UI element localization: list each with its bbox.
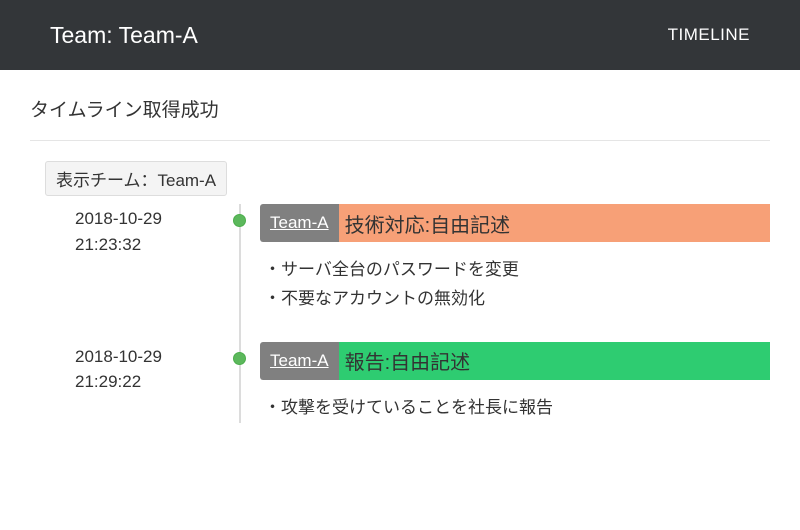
entry-date: 2018-10-29: [75, 206, 220, 232]
timeline-dot-icon: [233, 214, 246, 227]
entry-time: 21:29:22: [75, 369, 220, 395]
entry-timestamp: 2018-10-29 21:23:32: [30, 204, 220, 314]
entry-time: 21:23:32: [75, 232, 220, 258]
entry-header: Team-A 技術対応:自由記述: [260, 204, 770, 242]
main-content: タイムライン取得成功 表示チーム：Team-A 2018-10-29 21:23…: [0, 70, 800, 423]
entry-team-link[interactable]: Team-A: [260, 342, 339, 380]
entry-title: 報告:自由記述: [339, 342, 770, 380]
entry-details: ・攻撃を受けていることを社長に報告: [260, 380, 770, 423]
timeline-entry: 2018-10-29 21:23:32 Team-A 技術対応:自由記述 ・サー…: [30, 204, 770, 314]
page-title: Team: Team-A: [50, 22, 198, 49]
nav-timeline[interactable]: TIMELINE: [668, 25, 750, 45]
entry-date: 2018-10-29: [75, 344, 220, 370]
status-message: タイムライン取得成功: [30, 95, 770, 122]
entry-detail-line: ・サーバ全台のパスワードを変更: [264, 256, 766, 285]
entry-header: Team-A 報告:自由記述: [260, 342, 770, 380]
entry-detail-line: ・不要なアカウントの無効化: [264, 285, 766, 314]
entry-details: ・サーバ全台のパスワードを変更 ・不要なアカウントの無効化: [260, 242, 770, 314]
entry-title: 技術対応:自由記述: [339, 204, 770, 242]
timeline-dot-icon: [233, 352, 246, 365]
app-header: Team: Team-A TIMELINE: [0, 0, 800, 70]
team-filter-badge[interactable]: 表示チーム：Team-A: [45, 161, 227, 196]
entry-timestamp: 2018-10-29 21:29:22: [30, 342, 220, 423]
divider: [30, 140, 770, 141]
entry-body: Team-A 報告:自由記述 ・攻撃を受けていることを社長に報告: [260, 342, 770, 423]
timeline-entry: 2018-10-29 21:29:22 Team-A 報告:自由記述 ・攻撃を受…: [30, 342, 770, 423]
entry-team-link[interactable]: Team-A: [260, 204, 339, 242]
entry-body: Team-A 技術対応:自由記述 ・サーバ全台のパスワードを変更 ・不要なアカウ…: [260, 204, 770, 314]
entry-detail-line: ・攻撃を受けていることを社長に報告: [264, 394, 766, 423]
timeline: 2018-10-29 21:23:32 Team-A 技術対応:自由記述 ・サー…: [30, 204, 770, 423]
